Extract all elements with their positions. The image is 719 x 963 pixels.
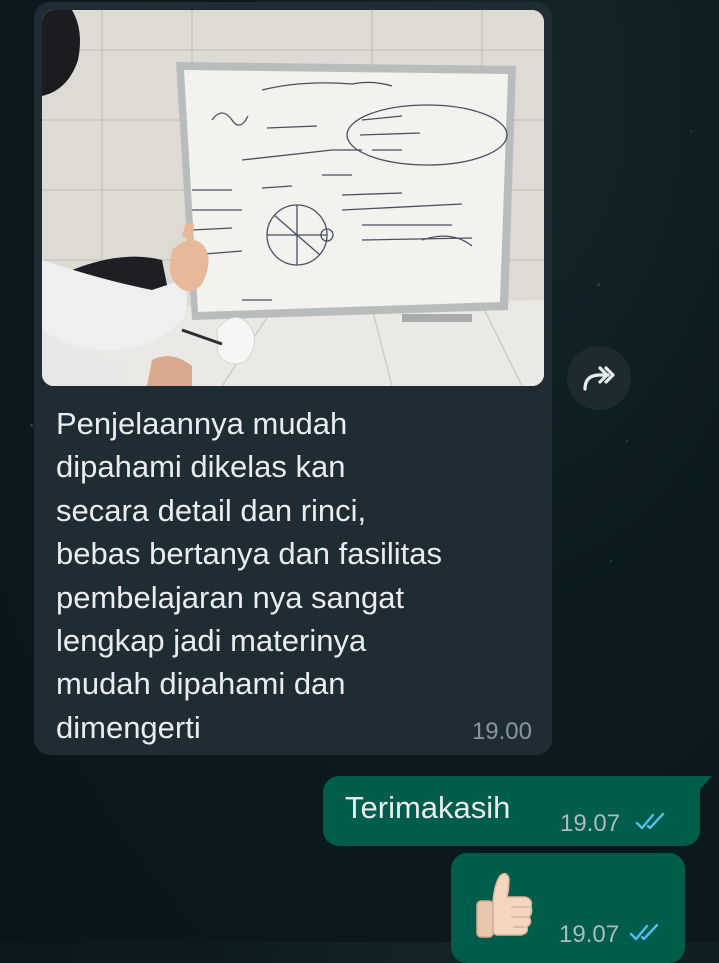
message-caption: Penjelaannya mudah dipahami dikelas kan …	[56, 406, 443, 745]
message-timestamp: 19.00	[471, 718, 532, 745]
incoming-message-bubble[interactable]: Penjelaannya mudah dipahami dikelas kan …	[34, 2, 552, 755]
message-timestamp: 19.07	[560, 810, 621, 837]
thumbs-up-icon	[471, 871, 537, 946]
message-text: Terimakasih	[345, 790, 511, 825]
forward-button[interactable]	[567, 346, 631, 410]
whiteboard-photo[interactable]	[42, 10, 544, 386]
forward-icon	[582, 365, 616, 391]
outgoing-message-bubble[interactable]: Terimakasih 19.07	[323, 776, 712, 846]
message-timestamp: 19.07	[559, 921, 620, 948]
outgoing-emoji-bubble[interactable]: 19.07	[451, 853, 685, 963]
double-check-icon	[635, 812, 667, 837]
double-check-icon	[629, 923, 661, 948]
